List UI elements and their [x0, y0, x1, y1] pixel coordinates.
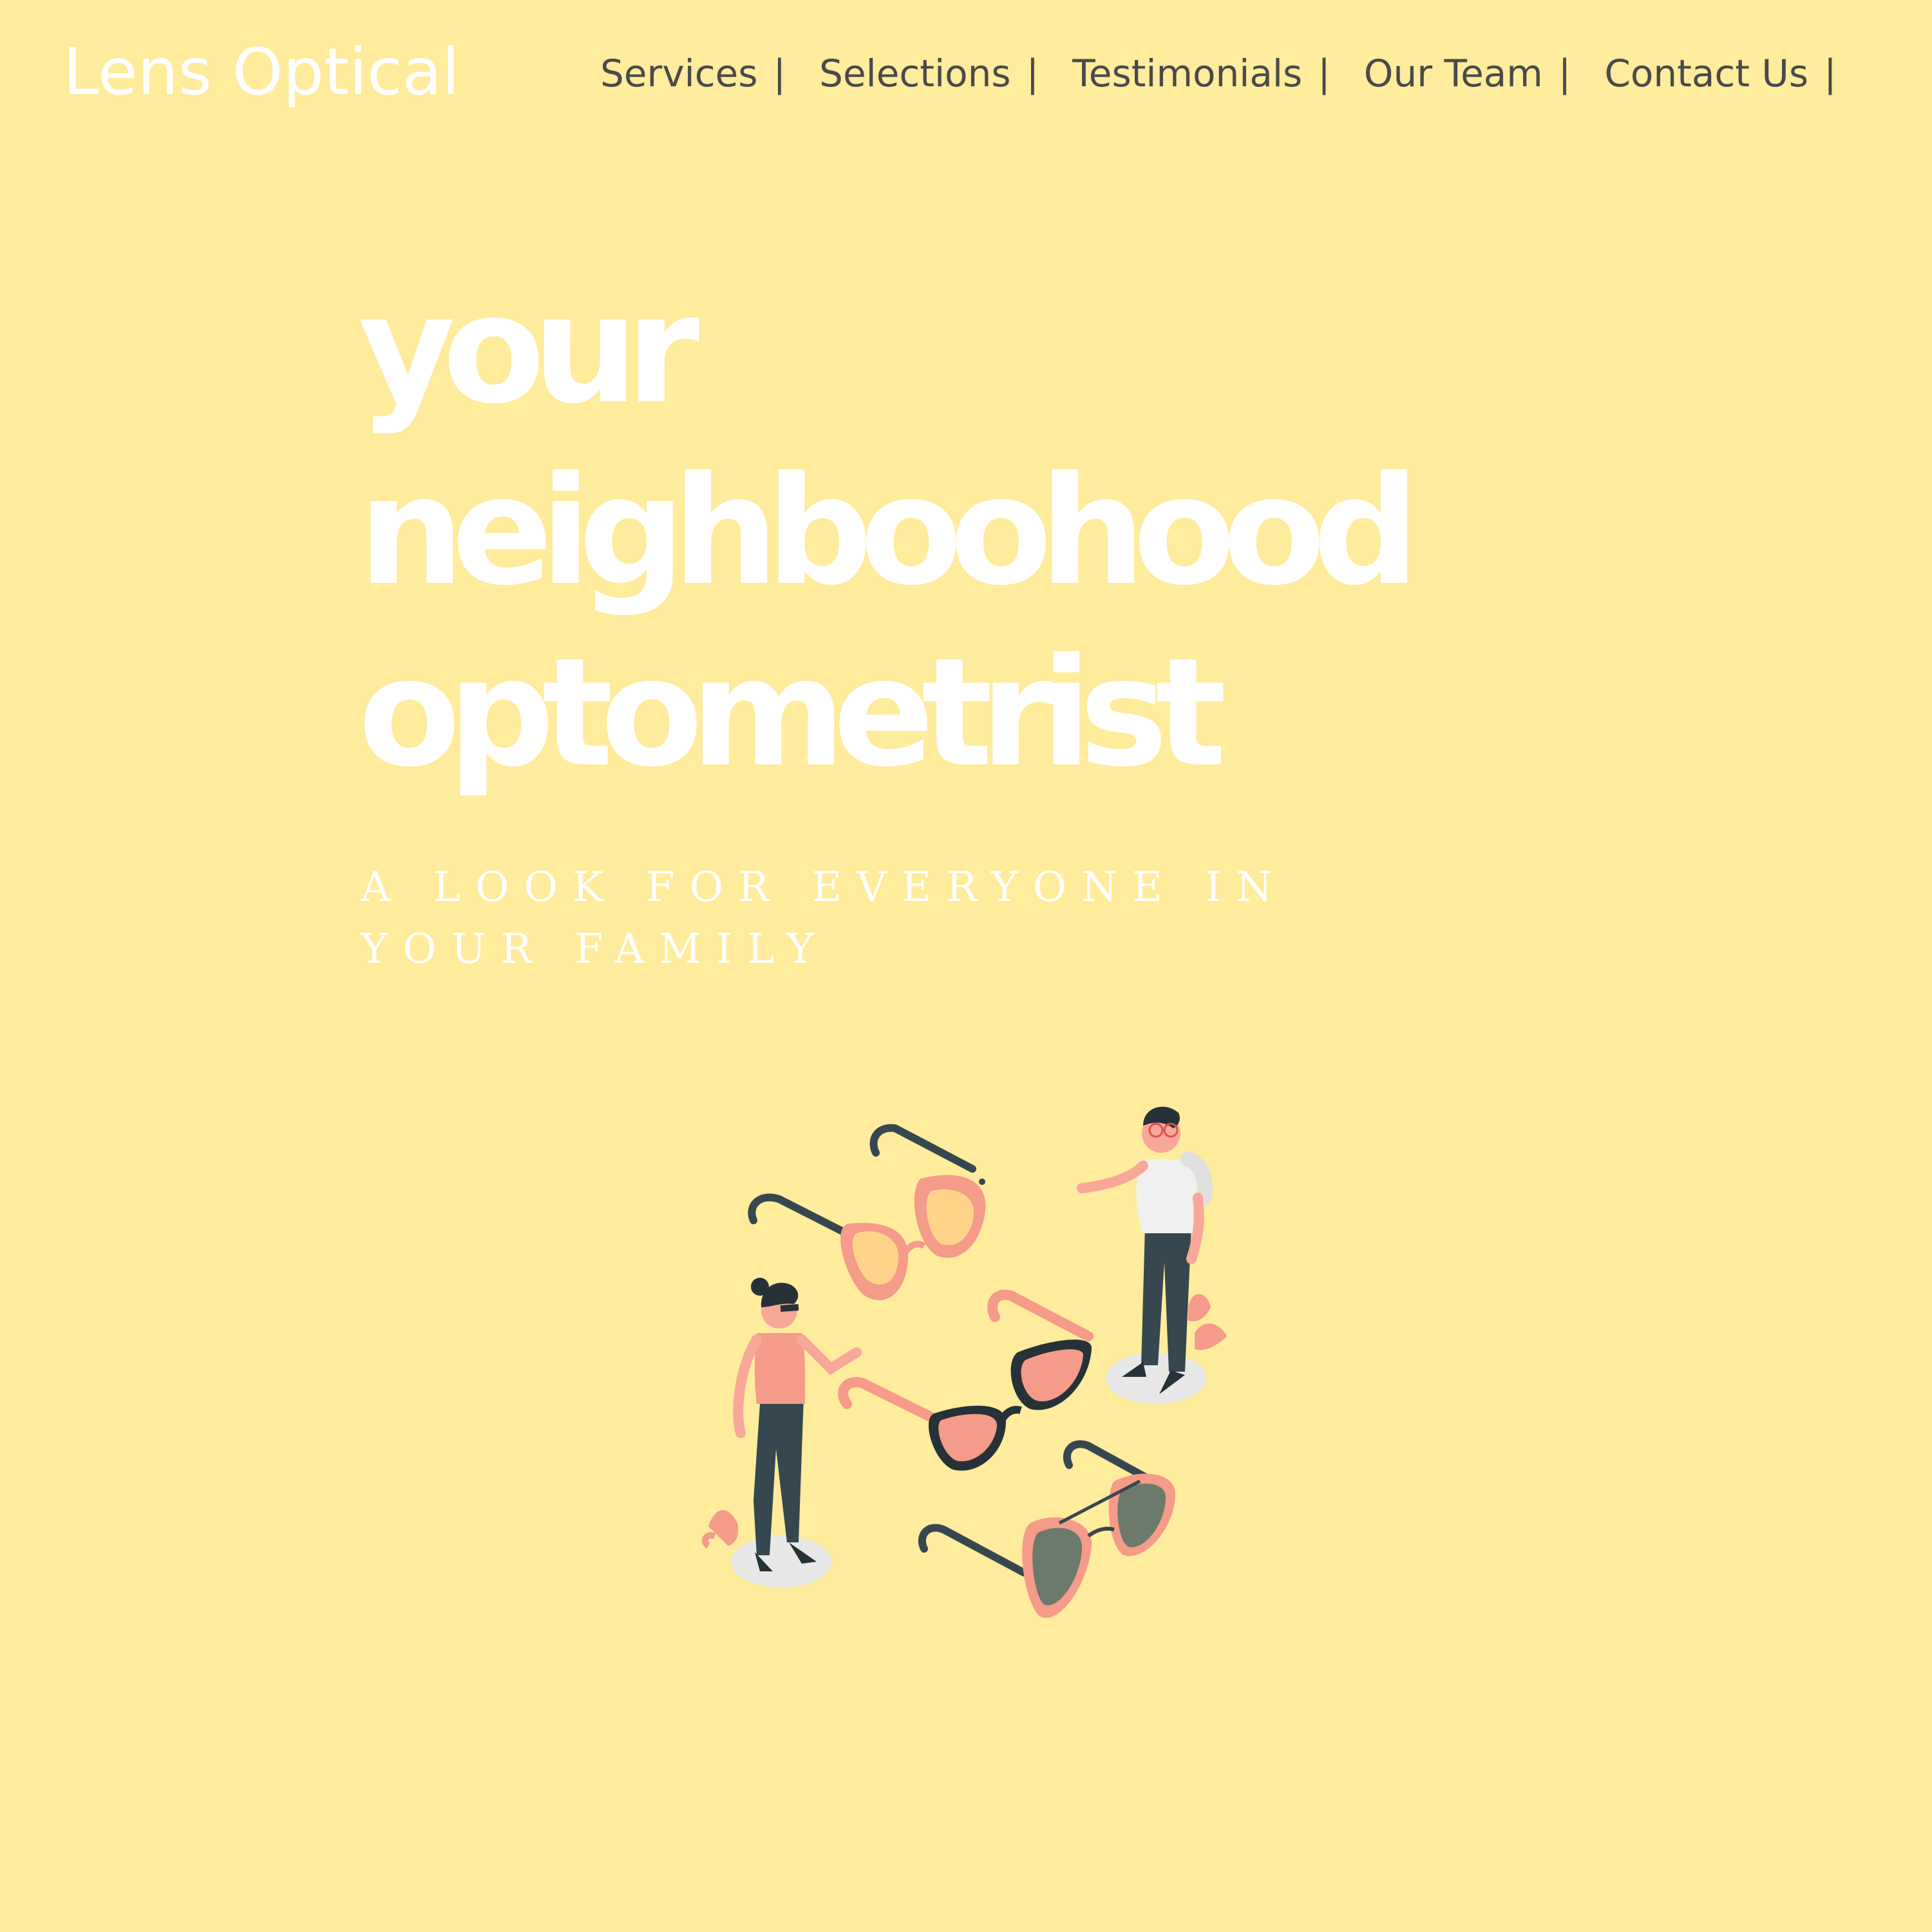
hero-title-line-2: neighboohood: [358, 444, 1419, 618]
nav-separator: |: [1026, 52, 1039, 95]
nav-link-contact-us[interactable]: Contact Us: [1604, 52, 1808, 95]
nav-link-our-team[interactable]: Our Team: [1364, 52, 1543, 95]
site-logo[interactable]: Lens Optical: [63, 33, 460, 111]
site-header: Lens Optical Services | Selections | Tes…: [0, 0, 1932, 148]
nav-link-testimonials[interactable]: Testimonials: [1072, 52, 1302, 95]
nav-separator: |: [773, 52, 786, 95]
man-figure-icon: [1077, 1106, 1227, 1404]
hero-title-line-1: your: [358, 263, 699, 437]
main-nav: Services | Selections | Testimonials | O…: [600, 46, 1837, 100]
hero-title: your neighboohood optometrist: [358, 259, 1517, 804]
glasses-people-illustration-icon: [696, 1088, 1262, 1636]
nav-separator: |: [1318, 52, 1331, 95]
woman-figure-icon: [701, 1278, 862, 1587]
cat-eye-glasses-icon: [748, 1124, 986, 1300]
nav-separator: |: [1558, 52, 1571, 95]
hero-title-line-3: optometrist: [358, 626, 1227, 800]
nav-separator: |: [1824, 52, 1837, 95]
nav-link-selections[interactable]: Selections: [819, 52, 1011, 95]
sunglasses-icon: [838, 1289, 1094, 1471]
hero-subtitle: A LOOK FOR EVERYONE IN YOUR FAMILY: [361, 864, 1287, 973]
nav-link-services[interactable]: Services: [600, 52, 758, 95]
